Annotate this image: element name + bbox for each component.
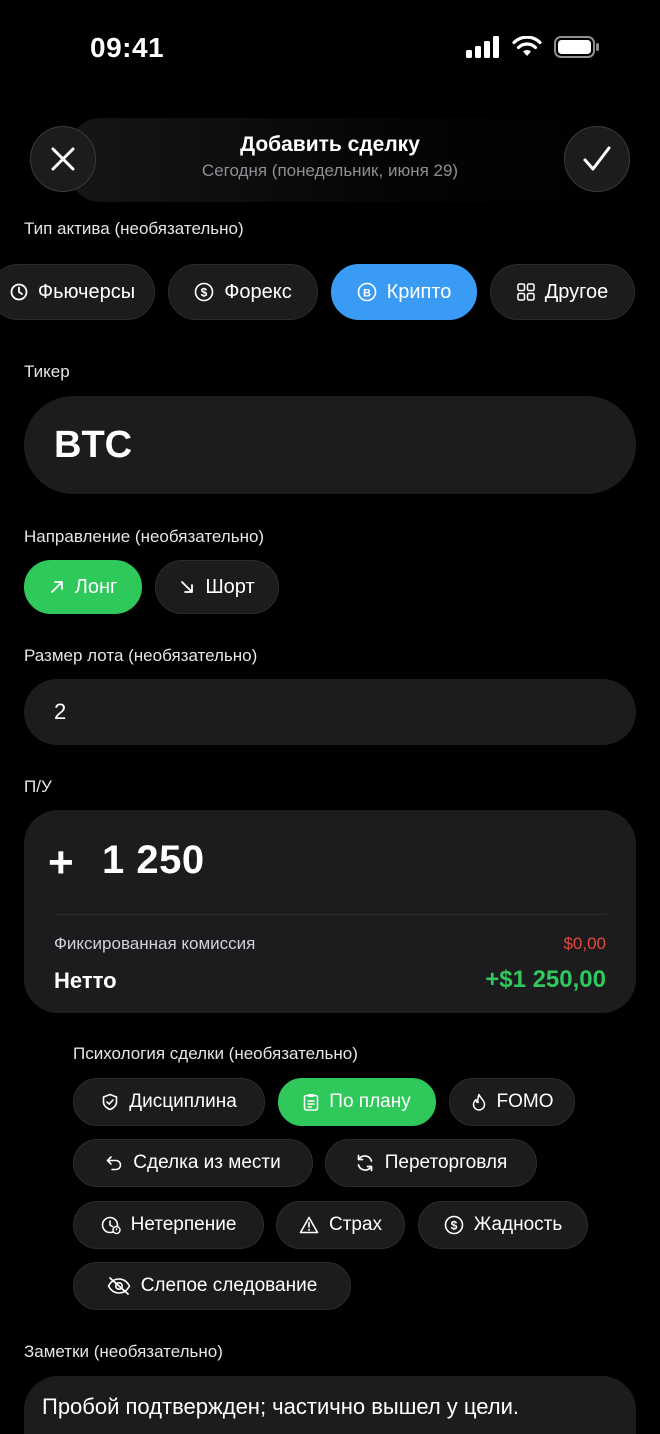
checkmark-icon [583,146,611,171]
status-time: 09:41 [90,32,165,63]
pnl-label: П/У [24,777,52,796]
signal-icon [466,36,499,58]
pnl-divider [54,914,606,915]
lot-size-input[interactable]: 2 [24,679,636,745]
confirm-button[interactable] [564,126,630,192]
svg-text:$: $ [201,286,208,300]
pnl-card: + 1 250 Фиксированная комиссия $0,00 Нет… [24,810,636,1013]
psychology-tag-greed[interactable]: $ Жадность [418,1201,588,1249]
undo-icon [106,1156,122,1171]
psychology-label: Психология сделки (необязательно) [73,1044,358,1063]
ticker-label: Тикер [24,362,70,381]
psychology-tag-label: Дисциплина [129,1091,237,1112]
psychology-tag-revenge-trade[interactable]: Сделка из мести [73,1139,313,1187]
svg-text:$: $ [450,1219,457,1233]
notes-label: Заметки (необязательно) [24,1342,223,1361]
asset-type-other-label: Другое [544,280,609,303]
psychology-tag-fomo[interactable]: FOMO [449,1078,575,1126]
page-title: Добавить сделку [240,133,420,156]
clipboard-icon [303,1094,319,1111]
direction-label: Направление (необязательно) [24,527,265,546]
refresh-icon [357,1154,373,1172]
header: Добавить сделку Сегодня (понедельник, ию… [0,118,660,202]
ticker-input[interactable]: BTC [24,396,636,494]
net-label: Нетто [54,968,117,993]
grid-icon [516,283,535,301]
pnl-sign-toggle[interactable]: + [48,838,74,888]
direction-long-label: Лонг [74,575,118,598]
asset-type-crypto-label: Крипто [386,280,452,303]
battery-icon [554,36,599,58]
lot-size-label: Размер лота (необязательно) [24,646,258,665]
asset-type-futures[interactable]: Фьючерсы [0,264,155,320]
asset-type-forex-label: Форекс [224,280,292,303]
psychology-tag-overtrading[interactable]: Переторговля [325,1139,537,1187]
direction-short-label: Шорт [205,575,255,598]
psychology-tag-impatience[interactable]: Нетерпение [73,1201,264,1249]
psychology-tag-label: Жадность [473,1214,563,1235]
asset-type-forex[interactable]: $ Форекс [168,264,318,320]
fee-label: Фиксированная комиссия [54,934,256,953]
psychology-tag-label: Сделка из мести [133,1152,281,1173]
psychology-tag-label: Слепое следование [140,1275,318,1296]
svg-text:B: B [363,288,371,300]
clock-alert-icon [101,1216,121,1235]
eye-off-icon [107,1277,131,1295]
fee-value: $0,00 [563,934,606,953]
psychology-tag-label: По плану [329,1091,411,1112]
arrow-up-right-icon [50,581,63,593]
psychology-tag-discipline[interactable]: Дисциплина [73,1078,265,1126]
header-background [70,118,630,202]
net-value: +$1 250,00 [485,966,606,993]
psychology-tag-label: Нетерпение [130,1214,237,1235]
psychology-tag-label: FOMO [496,1091,554,1112]
page-subtitle: Сегодня (понедельник, июня 29) [201,161,459,180]
psychology-tag-on-plan[interactable]: По плану [278,1078,436,1126]
pnl-input[interactable]: 1 250 [102,838,205,883]
direction-short[interactable]: Шорт [155,560,279,614]
psychology-tag-blind-following[interactable]: Слепое следование [73,1262,351,1310]
asset-type-label: Тип актива (необязательно) [24,219,244,238]
wifi-icon [512,36,542,56]
dollar-icon: $ [194,282,214,302]
direction-long[interactable]: Лонг [24,560,142,614]
psychology-tag-label: Страх [328,1214,383,1235]
asset-type-crypto[interactable]: B Крипто [331,264,477,320]
clock-icon [10,283,28,301]
shield-check-icon [102,1093,118,1111]
bitcoin-icon: B [357,282,376,302]
asset-type-other[interactable]: Другое [490,264,635,320]
asset-type-futures-label: Фьючерсы [37,280,136,303]
arrow-down-right-icon [181,581,194,593]
psychology-tag-fear[interactable]: Страх [276,1201,405,1249]
warning-icon [299,1216,319,1234]
status-bar: 09:41 [0,0,660,100]
status-icons [466,36,600,58]
dollar-icon: $ [444,1215,464,1235]
notes-textarea[interactable]: Пробой подтвержден; частично вышел у цел… [24,1376,636,1434]
flame-icon [472,1093,485,1111]
psychology-tag-label: Переторговля [384,1152,508,1173]
